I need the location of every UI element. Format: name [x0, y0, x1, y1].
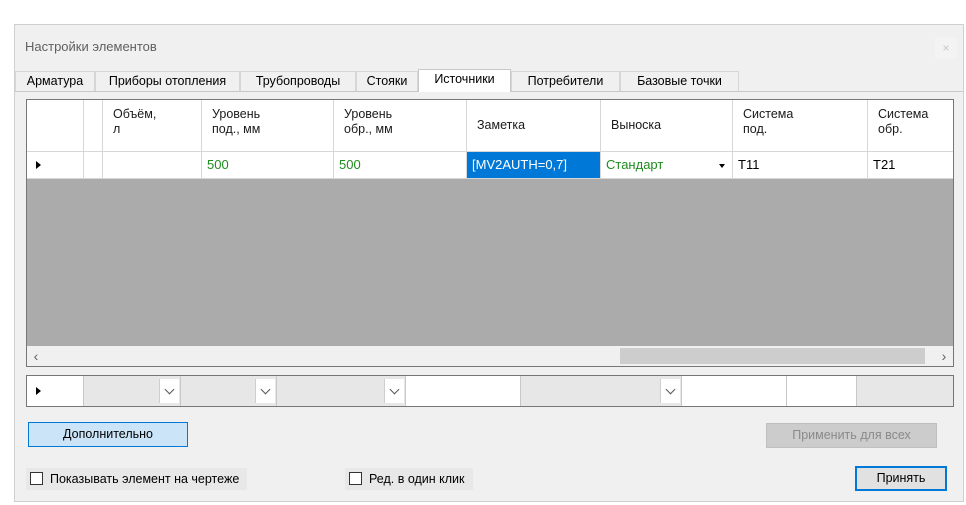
- callout-value: Стандарт: [606, 157, 664, 172]
- filter-combo-level-return[interactable]: [277, 376, 406, 406]
- filter-text-system-supply-b[interactable]: [787, 376, 857, 406]
- chevron-down-icon: [260, 384, 271, 395]
- cell-note[interactable]: [MV2AUTH=0,7]: [467, 152, 601, 179]
- cell-system-return[interactable]: T21: [868, 152, 953, 179]
- table-row[interactable]: 500 500 [MV2AUTH=0,7] Стандарт T11 T21: [27, 152, 953, 179]
- chevron-down-icon: [389, 384, 400, 395]
- header-note[interactable]: Заметка: [467, 100, 601, 152]
- header-volume[interactable]: Объём, л: [103, 100, 202, 152]
- dropdown-arrow-icon[interactable]: [719, 164, 725, 168]
- header-system-return[interactable]: Система обр.: [868, 100, 953, 152]
- header-system-supply[interactable]: Система под.: [733, 100, 868, 152]
- cell-callout[interactable]: Стандарт: [601, 152, 733, 179]
- checkbox-box[interactable]: [349, 472, 362, 485]
- edit-one-click-checkbox[interactable]: Ред. в один клик: [345, 468, 473, 490]
- checkbox-box[interactable]: [30, 472, 43, 485]
- cell-volume[interactable]: [103, 152, 202, 179]
- tab-base-points[interactable]: Базовые точки: [620, 71, 739, 91]
- chevron-down-icon: [665, 384, 676, 395]
- cell-level-return[interactable]: 500: [334, 152, 467, 179]
- filter-row-selector: [27, 376, 84, 406]
- tab-pipelines[interactable]: Трубопроводы: [240, 71, 356, 91]
- filter-row: [26, 375, 954, 407]
- tab-armatura[interactable]: Арматура: [15, 71, 95, 91]
- accept-button[interactable]: Принять: [855, 466, 947, 491]
- filter-combo-callout[interactable]: [521, 376, 682, 406]
- filter-text-system-return[interactable]: [857, 376, 953, 406]
- scroll-left-icon[interactable]: ‹: [27, 347, 45, 365]
- filter-text-system-supply-a[interactable]: [682, 376, 787, 406]
- filter-text-note[interactable]: [406, 376, 521, 406]
- show-element-label: Показывать элемент на чертеже: [50, 472, 240, 486]
- cell-level-supply[interactable]: 500: [202, 152, 334, 179]
- combo-button[interactable]: [384, 379, 404, 403]
- filter-combo-level-supply[interactable]: [181, 376, 277, 406]
- combo-button[interactable]: [660, 379, 680, 403]
- row-pointer-icon: [36, 387, 41, 395]
- horizontal-scrollbar[interactable]: ‹ ›: [27, 346, 953, 366]
- scroll-right-icon[interactable]: ›: [935, 347, 953, 365]
- header-level-supply[interactable]: Уровень под., мм: [202, 100, 334, 152]
- header-level-return[interactable]: Уровень обр., мм: [334, 100, 467, 152]
- tab-heating-devices[interactable]: Приборы отопления: [95, 71, 240, 91]
- apply-all-button[interactable]: Применить для всех: [766, 423, 937, 448]
- row-pointer-icon: [36, 161, 41, 169]
- combo-button[interactable]: [255, 379, 275, 403]
- data-grid[interactable]: Объём, л Уровень под., мм Уровень обр., …: [26, 99, 954, 367]
- chevron-down-icon: [164, 384, 175, 395]
- header-blank: [84, 100, 103, 152]
- scrollbar-thumb[interactable]: [620, 348, 925, 364]
- edit-one-click-label: Ред. в один клик: [369, 472, 465, 486]
- filter-combo-volume[interactable]: [84, 376, 181, 406]
- row-selector[interactable]: [27, 152, 84, 179]
- header-callout[interactable]: Выноска: [601, 100, 733, 152]
- dialog-title: Настройки элементов: [25, 39, 157, 54]
- show-element-checkbox[interactable]: Показывать элемент на чертеже: [26, 468, 248, 490]
- row-blank-cell[interactable]: [84, 152, 103, 179]
- tab-sources[interactable]: Источники: [418, 69, 511, 92]
- settings-dialog: Настройки элементов × Арматура Приборы о…: [14, 24, 964, 502]
- tab-risers[interactable]: Стояки: [356, 71, 418, 91]
- combo-button[interactable]: [159, 379, 179, 403]
- grid-header: Объём, л Уровень под., мм Уровень обр., …: [27, 100, 953, 152]
- header-row-selector: [27, 100, 84, 152]
- tab-consumers[interactable]: Потребители: [511, 71, 620, 91]
- cell-system-supply[interactable]: T11: [733, 152, 868, 179]
- additional-button[interactable]: Дополнительно: [28, 422, 188, 447]
- close-button[interactable]: ×: [935, 37, 957, 59]
